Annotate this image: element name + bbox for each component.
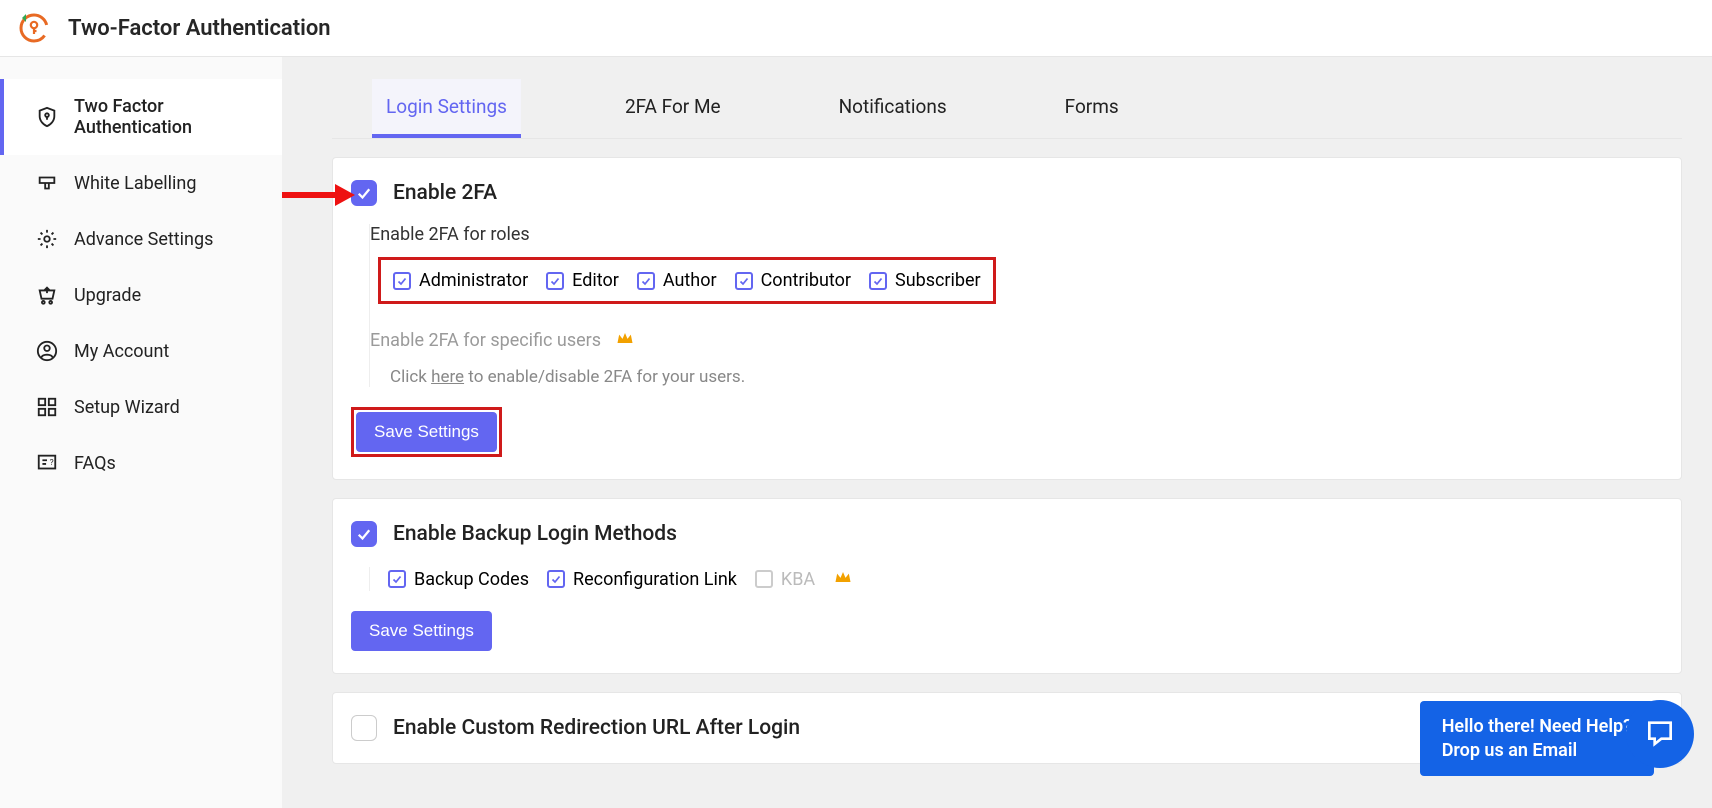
tab-forms[interactable]: Forms (1051, 79, 1133, 138)
sidebar-item-two-factor-authentication[interactable]: Two Factor Authentication (0, 79, 282, 155)
sidebar-item-upgrade[interactable]: Upgrade (0, 267, 282, 323)
specific-users-row: Enable 2FA for specific users (370, 328, 1663, 353)
enable-backup-checkbox[interactable] (351, 521, 377, 547)
backup-title: Enable Backup Login Methods (393, 522, 677, 546)
page-title: Two-Factor Authentication (68, 16, 331, 41)
annotation-arrow-icon (282, 182, 355, 212)
crown-icon (833, 567, 853, 591)
tab-2fa-for-me[interactable]: 2FA For Me (611, 79, 735, 138)
sidebar-item-label: Upgrade (74, 285, 141, 306)
method-kba: KBA (755, 569, 815, 590)
sidebar-item-label: White Labelling (74, 173, 196, 194)
sidebar-item-label: My Account (74, 341, 169, 362)
role-author-checkbox[interactable] (637, 272, 655, 290)
sidebar-item-label: Advance Settings (74, 229, 213, 250)
user-icon (36, 340, 58, 362)
crown-icon (615, 328, 635, 353)
method-reconfiguration-link[interactable]: Reconfiguration Link (547, 569, 737, 590)
method-backup-codes[interactable]: Backup Codes (388, 569, 529, 590)
role-editor-checkbox[interactable] (546, 272, 564, 290)
role-author[interactable]: Author (637, 270, 717, 291)
gear-icon (36, 228, 58, 250)
method-reconfiguration-link-checkbox[interactable] (547, 570, 565, 588)
topbar: Two-Factor Authentication (0, 0, 1712, 57)
role-subscriber-checkbox[interactable] (869, 272, 887, 290)
cart-icon (36, 284, 58, 306)
brush-icon (36, 172, 58, 194)
sidebar-item-faqs[interactable]: ? FAQs (0, 435, 282, 491)
here-link[interactable]: here (431, 367, 464, 387)
sidebar-item-advance-settings[interactable]: Advance Settings (0, 211, 282, 267)
sidebar-item-label: Setup Wizard (74, 397, 180, 418)
role-contributor-checkbox[interactable] (735, 272, 753, 290)
app-logo-icon (18, 12, 50, 44)
role-contributor[interactable]: Contributor (735, 270, 851, 291)
sidebar-item-label: FAQs (74, 453, 116, 474)
method-kba-checkbox (755, 570, 773, 588)
role-administrator[interactable]: Administrator (393, 270, 528, 291)
card-enable-2fa: Enable 2FA Enable 2FA for roles Administ… (332, 157, 1682, 480)
sidebar-item-setup-wizard[interactable]: Setup Wizard (0, 379, 282, 435)
tabs: Login Settings 2FA For Me Notifications … (332, 79, 1682, 139)
role-editor[interactable]: Editor (546, 270, 619, 291)
redirection-title: Enable Custom Redirection URL After Logi… (393, 716, 800, 740)
enable-2fa-title: Enable 2FA (393, 181, 497, 205)
roles-label: Enable 2FA for roles (370, 224, 1663, 245)
tab-login-settings[interactable]: Login Settings (372, 79, 521, 138)
main-content: Login Settings 2FA For Me Notifications … (282, 57, 1712, 808)
sidebar-item-my-account[interactable]: My Account (0, 323, 282, 379)
save-settings-button[interactable]: Save Settings (356, 412, 497, 452)
sidebar: Two Factor Authentication White Labellin… (0, 57, 282, 808)
help-tooltip[interactable]: Hello there! Need Help? Drop us an Email (1420, 701, 1654, 776)
method-backup-codes-checkbox[interactable] (388, 570, 406, 588)
save-settings-button[interactable]: Save Settings (351, 611, 492, 651)
role-subscriber[interactable]: Subscriber (869, 270, 981, 291)
specific-users-helper: Click here to enable/disable 2FA for you… (390, 367, 1663, 387)
sidebar-item-white-labelling[interactable]: White Labelling (0, 155, 282, 211)
sidebar-item-label: Two Factor Authentication (74, 96, 260, 138)
grid-icon (36, 396, 58, 418)
roles-box: Administrator Editor Author Contributor (378, 257, 996, 304)
chat-icon (1644, 716, 1676, 752)
shield-icon (36, 106, 58, 128)
help-fab-button[interactable] (1626, 700, 1694, 768)
tab-notifications[interactable]: Notifications (825, 79, 961, 138)
save-highlight-box: Save Settings (351, 407, 502, 457)
enable-redirection-checkbox[interactable] (351, 715, 377, 741)
svg-text:?: ? (50, 458, 54, 468)
faq-icon: ? (36, 452, 58, 474)
role-administrator-checkbox[interactable] (393, 272, 411, 290)
card-backup-methods: Enable Backup Login Methods Backup Codes… (332, 498, 1682, 674)
